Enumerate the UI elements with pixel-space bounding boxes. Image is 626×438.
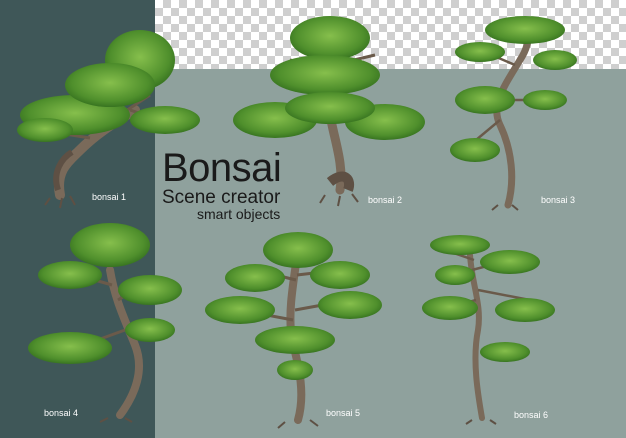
- bonsai-5-tree: [205, 232, 382, 429]
- bonsai-5-label: bonsai 5: [326, 408, 361, 418]
- page-subtitle: Scene creator: [162, 187, 281, 208]
- bonsai-1-label: bonsai 1: [92, 192, 127, 202]
- bonsai-6-label: bonsai 6: [514, 410, 549, 420]
- bonsai-illustrations: [17, 16, 577, 429]
- bonsai-4-label: bonsai 4: [44, 408, 79, 418]
- bonsai-4-tree: [28, 223, 182, 423]
- bonsai-3-label: bonsai 3: [541, 195, 576, 205]
- page-title: Bonsai: [162, 146, 282, 190]
- bonsai-3-tree: [450, 16, 577, 211]
- page-tagline: smart objects: [197, 206, 281, 222]
- bonsai-2-label: bonsai 2: [368, 195, 403, 205]
- bonsai-6-tree: [422, 235, 555, 425]
